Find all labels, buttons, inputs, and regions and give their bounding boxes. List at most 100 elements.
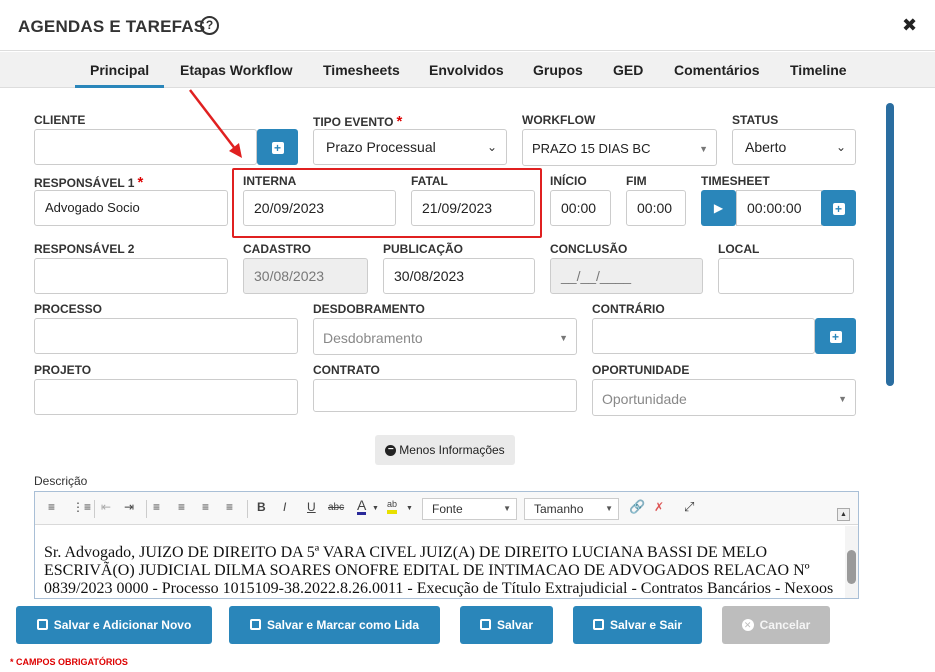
tipo-evento-label: TIPO EVENTO *: [313, 113, 403, 130]
oportunidade-label: OPORTUNIDADE: [592, 363, 690, 377]
conclusao-label: CONCLUSÃO: [550, 242, 628, 256]
outdent-icon[interactable]: ⇤: [101, 500, 111, 514]
editor-scrollbar-thumb[interactable]: [847, 550, 856, 584]
fim-time-input[interactable]: 00:00: [626, 190, 686, 226]
dropdown-arrow-icon: ▼: [838, 394, 847, 404]
editor-toolbar: ≡ ⋮≡ ⇤ ⇥ ≡ ≡ ≡ ≡ B I U abc A ▼ ab ▼ Font…: [35, 492, 858, 525]
highlight-box: [232, 168, 542, 238]
projeto-label: PROJETO: [34, 363, 92, 377]
contrario-input[interactable]: [592, 318, 815, 354]
tipo-evento-select[interactable]: Prazo Processual ⌄: [313, 129, 507, 165]
toolbar-separator: [247, 500, 248, 518]
add-cliente-button[interactable]: +: [257, 129, 298, 165]
dropdown-arrow-icon: ▼: [605, 504, 613, 513]
responsavel1-label: RESPONSÁVEL 1 *: [34, 174, 144, 191]
contrato-label: CONTRATO: [313, 363, 380, 377]
indent-icon[interactable]: ⇥: [124, 500, 134, 514]
justify-icon[interactable]: ≡: [226, 500, 233, 514]
cancel-button[interactable]: ✕ Cancelar: [722, 606, 830, 644]
timesheet-input[interactable]: 00:00:00: [736, 190, 822, 226]
align-left-icon[interactable]: ≡: [153, 500, 160, 514]
font-size-select[interactable]: Tamanho ▼: [524, 498, 619, 520]
link-icon[interactable]: 🔗: [629, 499, 645, 515]
dropdown-arrow-icon: ▼: [699, 144, 708, 154]
processo-input[interactable]: [34, 318, 298, 354]
processo-label: PROCESSO: [34, 302, 103, 316]
numbered-list-icon[interactable]: ≡: [48, 500, 55, 514]
inicio-label: INÍCIO: [550, 174, 587, 188]
dialog-header: AGENDAS E TAREFAS ? ✖: [0, 0, 935, 51]
tab-ged[interactable]: GED: [598, 52, 658, 88]
help-icon[interactable]: ?: [200, 16, 219, 35]
required-fields-note: * CAMPOS OBRIGATÓRIOS: [10, 657, 128, 667]
unlink-icon[interactable]: ✗: [654, 500, 664, 514]
tab-envolvidos[interactable]: Envolvidos: [414, 52, 519, 88]
dialog-title: AGENDAS E TAREFAS: [18, 17, 206, 36]
bulleted-list-icon[interactable]: ⋮≡: [72, 500, 91, 514]
save-icon: [592, 619, 604, 631]
plus-icon: +: [829, 331, 842, 344]
close-icon[interactable]: ✖: [902, 15, 917, 36]
highlight-color-icon[interactable]: ab: [387, 498, 398, 514]
italic-icon[interactable]: I: [283, 500, 286, 514]
underline-icon[interactable]: U: [307, 500, 316, 514]
desdobramento-select[interactable]: Desdobramento ▼: [313, 318, 577, 355]
dropdown-arrow-icon[interactable]: ▼: [406, 505, 413, 512]
save-icon: [249, 619, 261, 631]
timesheet-add-button[interactable]: +: [821, 190, 856, 226]
tab-etapas-workflow[interactable]: Etapas Workflow: [165, 52, 308, 88]
responsavel2-input[interactable]: [34, 258, 228, 294]
save-and-exit-button[interactable]: Salvar e Sair: [573, 606, 702, 644]
workflow-select[interactable]: PRAZO 15 DIAS BC ▼: [522, 129, 717, 166]
cadastro-label: CADASTRO: [243, 242, 311, 256]
cancel-x-icon: ✕: [741, 618, 754, 631]
status-select[interactable]: Aberto ⌄: [732, 129, 856, 165]
play-icon: ▶: [713, 201, 724, 215]
font-color-icon[interactable]: A: [357, 498, 367, 515]
tab-principal[interactable]: Principal: [75, 52, 165, 88]
dropdown-arrow-icon[interactable]: ▼: [372, 505, 379, 512]
fim-label: FIM: [626, 174, 647, 188]
publicacao-label: PUBLICAÇÃO: [383, 242, 463, 256]
tab-bar: Principal Etapas Workflow Timesheets Env…: [0, 52, 935, 88]
oportunidade-select[interactable]: Oportunidade ▼: [592, 379, 856, 416]
save-icon: [36, 619, 48, 631]
tab-grupos[interactable]: Grupos: [518, 52, 598, 88]
tab-timeline[interactable]: Timeline: [775, 52, 862, 88]
contrato-input[interactable]: [313, 379, 577, 412]
save-and-mark-read-button[interactable]: Salvar e Marcar como Lida: [229, 606, 440, 644]
add-contrario-button[interactable]: +: [815, 318, 856, 354]
rich-text-editor[interactable]: ≡ ⋮≡ ⇤ ⇥ ≡ ≡ ≡ ≡ B I U abc A ▼ ab ▼ Font…: [34, 491, 859, 599]
align-center-icon[interactable]: ≡: [178, 500, 185, 514]
align-right-icon[interactable]: ≡: [202, 500, 209, 514]
less-info-button[interactable]: − Menos Informações: [375, 435, 515, 465]
collapse-toolbar-icon[interactable]: ▲: [837, 508, 850, 521]
publicacao-date-input[interactable]: 30/08/2023: [383, 258, 535, 294]
projeto-input[interactable]: [34, 379, 298, 415]
save-button[interactable]: Salvar: [460, 606, 553, 644]
timesheet-play-button[interactable]: ▶: [701, 190, 736, 226]
responsavel1-input[interactable]: Advogado Socio: [34, 190, 228, 226]
maximize-icon[interactable]: ⤢: [684, 499, 694, 515]
workflow-label: WORKFLOW: [522, 113, 596, 127]
local-input[interactable]: [718, 258, 854, 294]
tab-comentarios[interactable]: Comentários: [659, 52, 775, 88]
save-and-add-new-button[interactable]: Salvar e Adicionar Novo: [16, 606, 212, 644]
tab-timesheets[interactable]: Timesheets: [308, 52, 415, 88]
chevron-down-icon: ⌄: [835, 140, 846, 154]
inicio-time-input[interactable]: 00:00: [550, 190, 611, 226]
cliente-label: CLIENTE: [34, 113, 86, 127]
conclusao-input: __/__/____: [550, 258, 703, 294]
font-family-select[interactable]: Fonte ▼: [422, 498, 517, 520]
strikethrough-icon[interactable]: abc: [328, 502, 344, 513]
desdobramento-label: DESDOBRAMENTO: [313, 302, 425, 316]
toolbar-separator: [94, 500, 95, 518]
local-label: LOCAL: [718, 242, 760, 256]
descricao-text[interactable]: Sr. Advogado, JUIZO DE DIREITO DA 5ª VAR…: [44, 544, 834, 598]
page-scrollbar[interactable]: [886, 103, 894, 386]
bold-icon[interactable]: B: [257, 500, 266, 514]
dropdown-arrow-icon: ▼: [559, 333, 568, 343]
cliente-input[interactable]: [34, 129, 257, 165]
status-label: STATUS: [732, 113, 779, 127]
dialog-footer: Salvar e Adicionar Novo Salvar e Marcar …: [0, 599, 935, 672]
